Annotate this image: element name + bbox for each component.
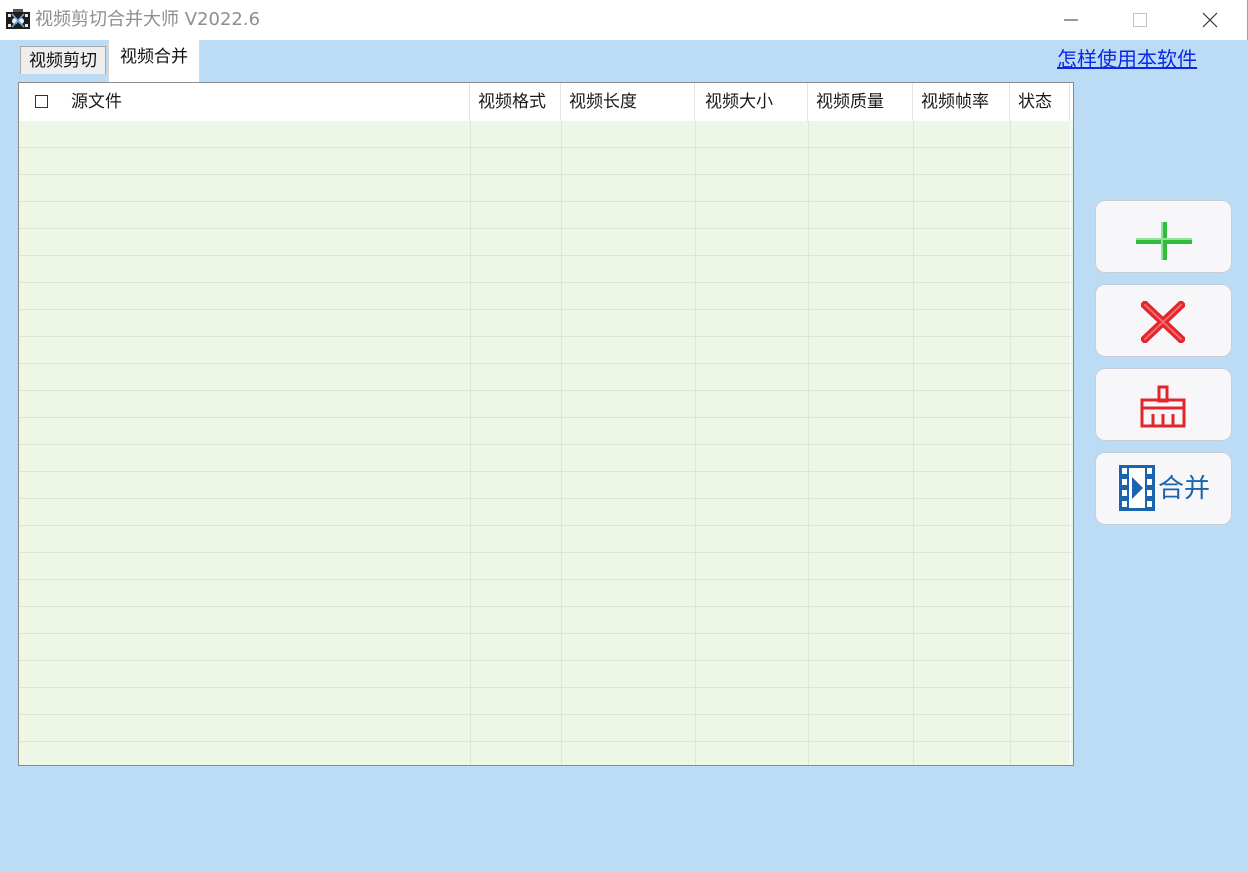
clear-list-button[interactable] — [1095, 368, 1232, 441]
green-plus-icon — [1136, 222, 1192, 260]
column-label-quality: 视频质量 — [816, 92, 884, 112]
app-icon — [6, 9, 30, 31]
column-divider — [1010, 121, 1011, 765]
column-header-status[interactable]: 状态 — [1010, 83, 1070, 121]
column-label-format: 视频格式 — [478, 92, 546, 112]
title-bar: 视频剪切合并大师 V2022.6 — [0, 0, 1248, 40]
broom-icon — [1140, 385, 1186, 428]
column-header-format[interactable]: 视频格式 — [470, 83, 561, 121]
column-divider — [913, 121, 914, 765]
column-label-source-file: 源文件 — [71, 92, 122, 112]
how-to-use-link[interactable]: 怎样使用本软件 — [1057, 46, 1197, 72]
select-all-checkbox[interactable] — [35, 95, 48, 108]
merge-button[interactable]: 合并 — [1095, 452, 1232, 525]
column-header-quality[interactable]: 视频质量 — [808, 83, 913, 121]
file-list-table[interactable]: 源文件 视频格式 视频长度 视频大小 视频质量 视频帧率 状态 — [18, 82, 1074, 766]
maximize-button[interactable] — [1117, 0, 1163, 40]
window-title: 视频剪切合并大师 V2022.6 — [35, 9, 261, 30]
column-divider — [470, 121, 471, 765]
column-label-duration: 视频长度 — [569, 92, 637, 112]
column-label-framerate: 视频帧率 — [921, 92, 989, 112]
remove-file-button[interactable] — [1095, 284, 1232, 357]
column-header-source-file[interactable]: 源文件 — [19, 83, 470, 121]
column-label-size: 视频大小 — [705, 92, 773, 112]
column-header-duration[interactable]: 视频长度 — [561, 83, 695, 121]
close-button[interactable] — [1187, 0, 1233, 40]
column-divider — [561, 121, 562, 765]
column-label-status: 状态 — [1018, 92, 1052, 112]
film-play-icon — [1119, 465, 1155, 511]
tab-video-merge-label: 视频合并 — [120, 47, 188, 67]
column-divider — [695, 121, 696, 765]
merge-button-label: 合并 — [1158, 474, 1211, 504]
column-divider — [808, 121, 809, 765]
tab-video-merge[interactable]: 视频合并 — [108, 40, 200, 82]
red-x-icon — [1141, 301, 1185, 343]
table-header: 源文件 视频格式 视频长度 视频大小 视频质量 视频帧率 状态 — [19, 83, 1073, 121]
column-divider — [1070, 121, 1071, 765]
column-header-framerate[interactable]: 视频帧率 — [913, 83, 1010, 121]
table-body[interactable] — [19, 121, 1073, 765]
tab-video-cut[interactable]: 视频剪切 — [20, 46, 106, 74]
column-header-size[interactable]: 视频大小 — [695, 83, 808, 121]
minimize-button[interactable] — [1048, 0, 1094, 40]
add-file-button[interactable] — [1095, 200, 1232, 273]
tab-video-cut-label: 视频剪切 — [29, 51, 97, 71]
